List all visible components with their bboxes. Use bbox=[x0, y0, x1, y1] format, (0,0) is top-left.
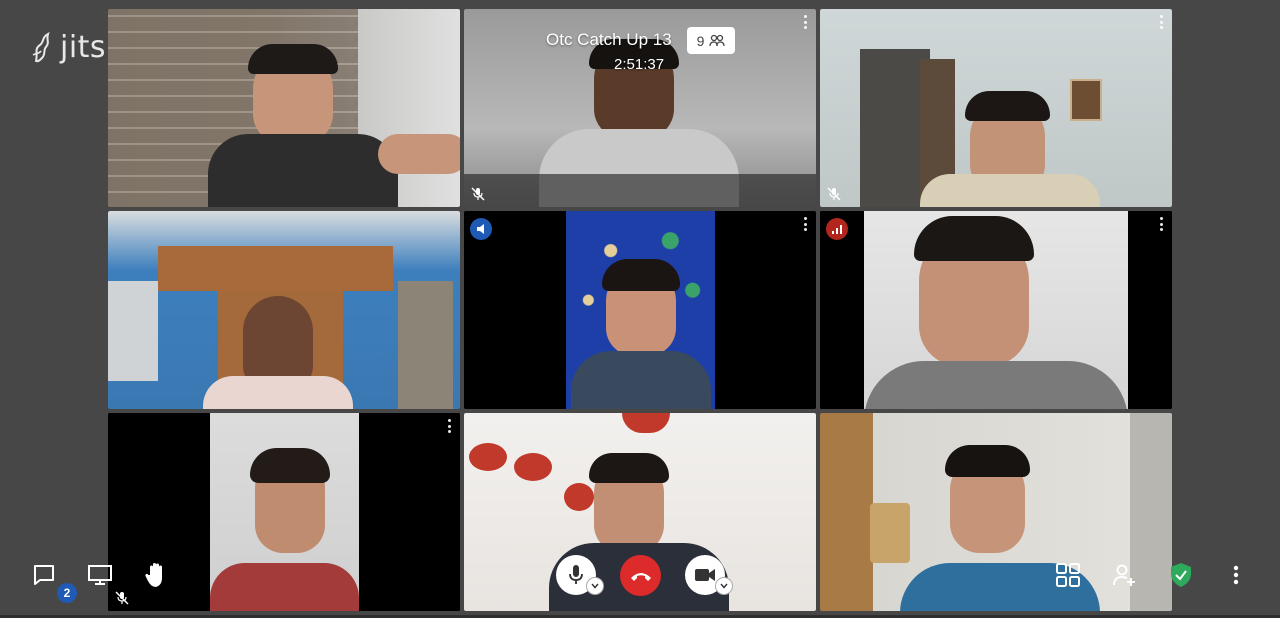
tile-more-options-icon[interactable] bbox=[800, 15, 810, 29]
raise-hand-icon bbox=[145, 563, 162, 587]
shield-icon bbox=[1171, 563, 1191, 587]
raise-hand-button[interactable] bbox=[142, 559, 172, 591]
participant-tile[interactable] bbox=[108, 9, 460, 207]
participant-count: 9 bbox=[696, 32, 705, 49]
chevron-down-icon bbox=[591, 583, 599, 589]
camera-options-button[interactable] bbox=[716, 578, 732, 594]
more-actions-button[interactable] bbox=[1226, 561, 1246, 589]
tile-view-button[interactable] bbox=[1054, 561, 1082, 589]
participant-tile-active-speaker[interactable] bbox=[464, 211, 816, 409]
tile-more-options-icon[interactable] bbox=[1156, 15, 1166, 29]
microphone-icon bbox=[569, 565, 583, 584]
video-camera-icon bbox=[695, 569, 715, 581]
participant-tile[interactable] bbox=[820, 9, 1172, 207]
participant-video bbox=[820, 9, 1172, 207]
tile-more-options-icon[interactable] bbox=[444, 419, 454, 433]
chat-unread-badge: 2 bbox=[57, 583, 77, 603]
mic-muted-icon bbox=[827, 187, 841, 201]
chat-icon bbox=[34, 565, 54, 585]
tile-view-icon bbox=[1056, 563, 1080, 587]
hangup-button[interactable] bbox=[620, 555, 661, 596]
video-grid bbox=[0, 0, 1280, 618]
participant-video bbox=[108, 211, 460, 409]
participant-video bbox=[820, 211, 1172, 409]
add-participant-icon bbox=[1113, 564, 1135, 586]
tile-more-options-icon[interactable] bbox=[800, 217, 810, 231]
participant-video bbox=[464, 211, 816, 409]
mic-muted-icon bbox=[471, 187, 485, 201]
chat-button[interactable] bbox=[30, 561, 58, 589]
participant-count-badge[interactable]: 9 bbox=[687, 27, 735, 54]
chevron-down-icon bbox=[720, 583, 728, 589]
hangup-icon bbox=[630, 572, 651, 581]
invite-participants-button[interactable] bbox=[1111, 561, 1139, 589]
mic-muted-icon bbox=[115, 591, 129, 605]
tile-more-options-icon[interactable] bbox=[1156, 217, 1166, 231]
participant-tile[interactable] bbox=[108, 211, 460, 409]
connection-status-icon[interactable] bbox=[826, 218, 848, 240]
more-vertical-icon bbox=[1233, 565, 1239, 585]
screenshare-button[interactable] bbox=[86, 561, 114, 589]
participants-icon bbox=[709, 34, 726, 46]
screen-share-icon bbox=[88, 565, 112, 585]
microphone-options-button[interactable] bbox=[587, 578, 603, 594]
conference-title: Otc Catch Up 13 bbox=[546, 30, 672, 49]
security-options-button[interactable] bbox=[1167, 561, 1195, 589]
participant-tile[interactable] bbox=[820, 211, 1172, 409]
dominant-speaker-icon bbox=[470, 218, 492, 240]
participant-video bbox=[108, 9, 460, 207]
